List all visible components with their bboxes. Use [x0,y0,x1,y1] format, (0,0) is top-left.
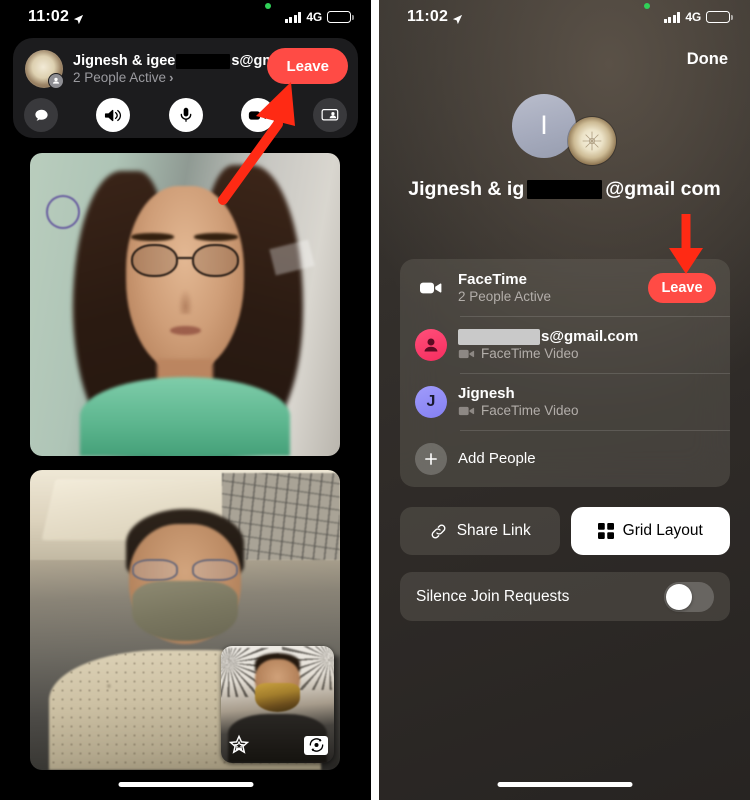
battery-icon [327,11,354,23]
redacted-name-block [458,328,540,345]
call-title-prefix-right: Jignesh & ig [408,178,525,200]
done-button[interactable]: Done [687,50,728,69]
left-phone-facetime-call: 11:02 4G Jignesh & igee 2 People Active … [0,0,371,800]
participant-row-2[interactable]: J Jignesh FaceTime Video [400,373,730,430]
participant-video-top[interactable] [30,153,340,456]
status-bar-time-left: 11:02 [28,8,84,26]
microphone-icon [180,107,191,122]
leave-button-right[interactable]: Leave [648,272,716,303]
initial-avatar-icon: J [414,385,448,418]
participant-1-name-suffix: s@gmail.com [541,328,639,345]
effects-star-icon[interactable] [226,733,252,757]
person-badge-icon [48,73,64,89]
status-bar-left: 11:02 4G [0,0,371,34]
cellular-signal-icon-right [663,11,681,23]
location-arrow-icon-right [452,12,463,24]
silence-join-requests-label: Silence Join Requests [416,587,570,605]
participant-2-status-label: FaceTime Video [481,403,579,418]
active-people-label: 2 People Active [73,70,167,85]
facetime-video-icon-2 [458,406,475,415]
chevron-right-icon: › [169,70,174,85]
status-bar-time-right: 11:02 [407,8,463,26]
video-camera-icon [249,110,267,120]
facetime-row-text: FaceTime 2 People Active [458,271,648,304]
home-indicator-right [497,782,632,787]
green-privacy-dot-right [644,3,650,9]
group-avatar-sand-dollar [25,50,64,89]
screenshot-root: 11:02 4G Jignesh & igee 2 People Active … [0,0,750,800]
call-title-suffix-right: @gmail com [605,178,721,200]
add-people-label: Add People [458,450,536,467]
participant-2-name: Jignesh [458,385,515,402]
status-bar-indicators-left: 4G [284,10,354,24]
facetime-row-title: FaceTime [458,271,527,288]
silence-join-requests-row[interactable]: Silence Join Requests [400,572,730,621]
clock-label-right: 11:02 [407,8,449,25]
sand-dollar-pattern [568,117,616,165]
participant-2-status: FaceTime Video [458,403,716,418]
status-bar-right: 11:02 4G [379,0,750,34]
right-phone-facetime-details: 11:02 4G Done I Jignesh & ig @gmail com … [379,0,750,800]
leave-button-left[interactable]: Leave [267,48,348,84]
sand-dollar-avatar [568,117,616,165]
clock-label: 11:02 [28,8,70,25]
camera-flip-icon[interactable] [303,733,329,757]
grid-layout-button[interactable]: Grid Layout [570,507,730,555]
call-controls-row [24,98,347,132]
network-type-label: 4G [306,10,322,24]
participant-1-text: s@gmail.com FaceTime Video [458,328,716,361]
participants-panel: FaceTime 2 People Active Leave s@gmail.c… [400,259,730,487]
share-screen-button[interactable] [313,98,347,132]
grid-layout-label: Grid Layout [622,522,703,539]
person-circle-icon [414,328,448,361]
phone-gutter [371,0,379,800]
initial-avatar-large: I [512,94,576,158]
participant-2-initial: J [426,392,436,410]
microphone-button[interactable] [168,98,203,132]
battery-icon-right [706,11,733,23]
redacted-email-block [176,53,231,69]
speaker-wave-icon [104,109,121,121]
green-privacy-dot-left [265,3,271,9]
status-bar-indicators-right: 4G [663,10,733,24]
chat-bubble-icon [34,109,48,121]
camera-button[interactable] [240,98,275,132]
network-type-label-right: 4G [685,10,701,24]
messages-button[interactable] [24,98,58,132]
location-arrow-icon [73,12,84,24]
silence-join-requests-toggle[interactable] [664,581,714,612]
self-view-pip[interactable] [221,646,334,763]
call-header-card[interactable]: Jignesh & igee s@gmail.c... 2 People Act… [13,38,358,138]
cellular-signal-icon [284,11,302,23]
home-indicator-left [118,782,253,787]
grid-icon [597,523,614,539]
participant-1-status: FaceTime Video [458,346,716,361]
call-avatars: I [379,94,750,166]
share-screen-icon [321,108,339,121]
participant-1-name: s@gmail.com [458,328,716,345]
facetime-video-icon [458,349,475,358]
call-title-prefix: Jignesh & igee [73,53,176,69]
avatar-initial: I [540,110,548,140]
add-people-row[interactable]: Add People [400,430,730,487]
share-link-button[interactable]: Share Link [400,507,560,555]
redacted-email-block-right [527,180,603,199]
facetime-row[interactable]: FaceTime 2 People Active Leave [400,259,730,316]
video-camera-icon-row [414,280,448,296]
participant-video-bottom[interactable] [30,470,340,770]
facetime-row-subtitle: 2 People Active [458,289,552,304]
plus-icon [414,442,448,475]
speaker-button[interactable] [96,98,131,132]
call-title-right: Jignesh & ig @gmail com [379,178,750,201]
participant-2-text: Jignesh FaceTime Video [458,385,716,418]
share-link-label: Share Link [456,522,531,539]
participant-row-1[interactable]: s@gmail.com FaceTime Video [400,316,730,373]
action-buttons-row: Share Link Grid Layout [400,507,730,555]
participant-1-status-label: FaceTime Video [481,346,579,361]
link-icon [431,524,446,538]
